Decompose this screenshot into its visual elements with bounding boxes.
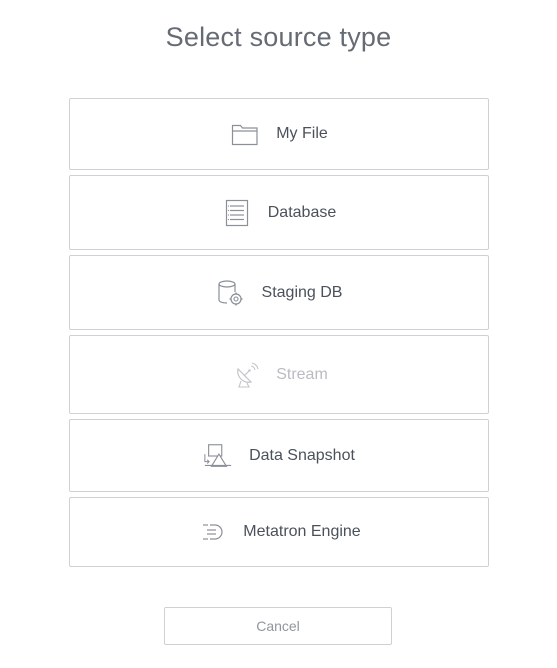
source-option-label: Staging DB	[261, 283, 343, 301]
cancel-button[interactable]: Cancel	[164, 607, 392, 645]
staging-db-icon	[216, 278, 246, 308]
source-option-my-file[interactable]: My File	[69, 98, 489, 170]
source-option-label: Metatron Engine	[243, 523, 361, 540]
database-list-icon	[222, 198, 252, 228]
source-option-stream: Stream	[69, 335, 489, 414]
source-option-label: Stream	[276, 365, 328, 383]
source-option-label: Database	[267, 203, 337, 221]
source-option-database[interactable]: Database	[69, 175, 489, 250]
source-option-label: My File	[276, 125, 328, 142]
source-option-metatron-engine[interactable]: Metatron Engine	[69, 497, 489, 567]
source-option-data-snapshot[interactable]: Data Snapshot	[69, 419, 489, 492]
satellite-dish-icon	[230, 360, 260, 390]
source-option-label: Data Snapshot	[249, 446, 355, 464]
snapshot-shapes-icon	[203, 441, 233, 471]
source-option-staging-db[interactable]: Staging DB	[69, 255, 489, 330]
engine-icon	[197, 517, 227, 547]
page-title: Select source type	[165, 22, 392, 52]
folder-icon	[230, 119, 260, 149]
